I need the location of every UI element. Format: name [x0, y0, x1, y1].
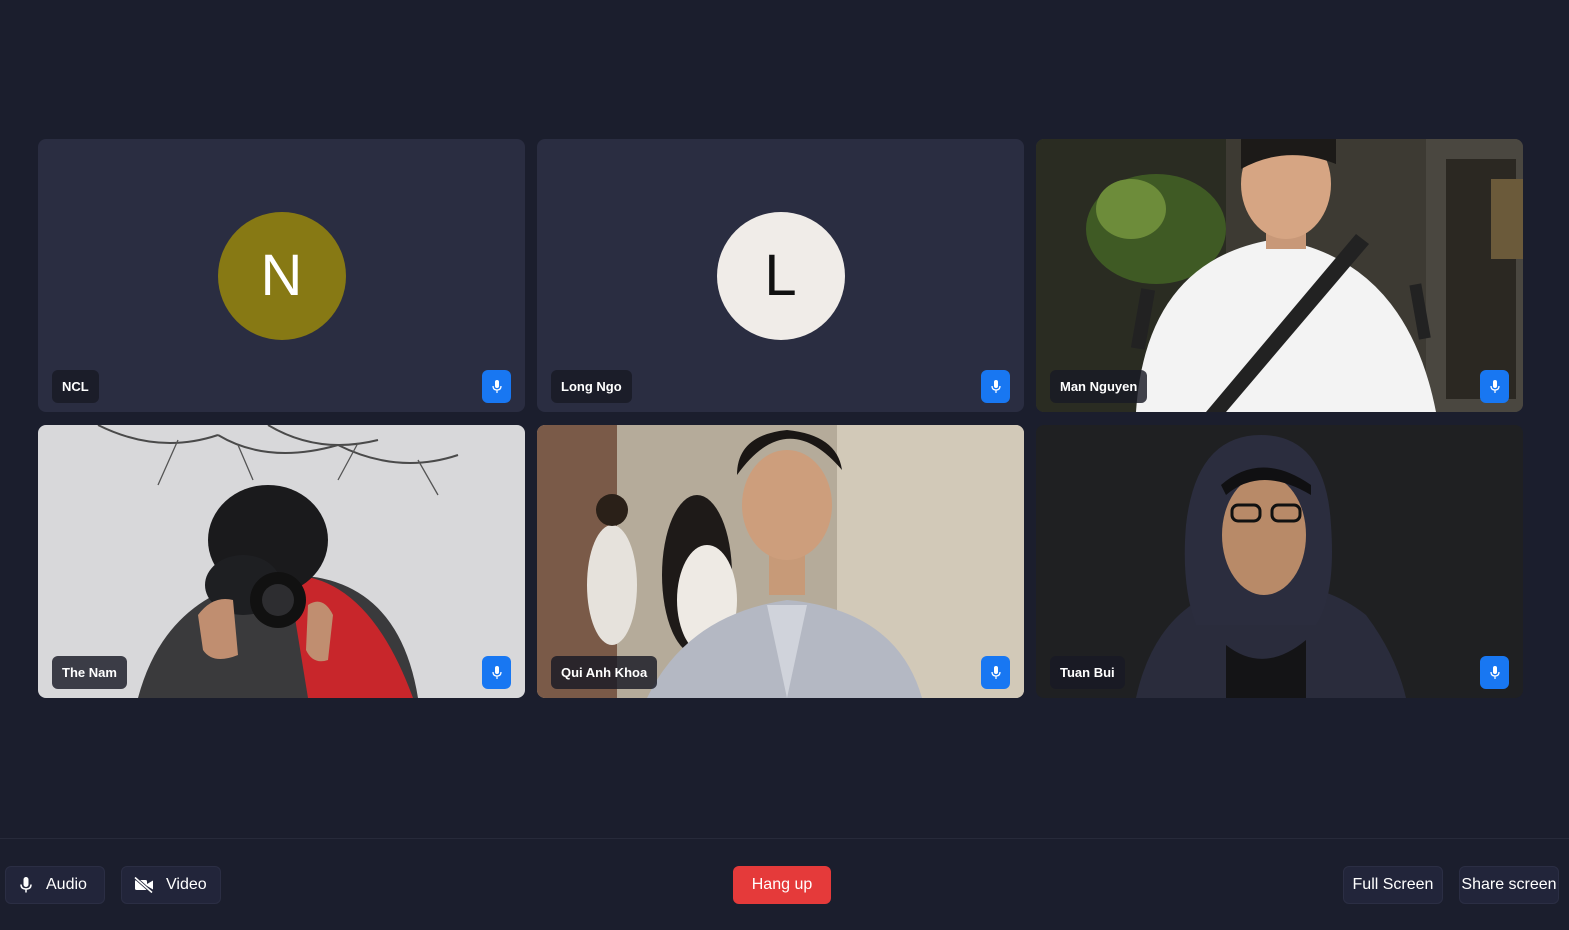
participant-tile-the-nam: The Nam — [38, 425, 525, 698]
participant-name-tag: Tuan Bui — [1050, 656, 1125, 689]
participant-grid: N NCL L Long Ngo Man Nguyen The Nam Qui … — [38, 139, 1523, 698]
mic-button[interactable] — [981, 370, 1010, 403]
participant-tile-man-nguyen: Man Nguyen — [1036, 139, 1523, 412]
mic-button[interactable] — [1480, 656, 1509, 689]
video-button[interactable]: Video — [121, 866, 221, 904]
mic-button[interactable] — [482, 656, 511, 689]
microphone-icon — [1489, 665, 1500, 679]
participant-name-tag: The Nam — [52, 656, 127, 689]
participant-tile-tuan-bui: Tuan Bui — [1036, 425, 1523, 698]
microphone-icon — [990, 379, 1001, 393]
share-screen-button[interactable]: Share screen — [1459, 866, 1559, 904]
avatar: L — [716, 211, 845, 340]
audio-label: Audio — [46, 876, 87, 893]
participant-name-tag: Long Ngo — [551, 370, 632, 403]
microphone-icon — [491, 379, 502, 393]
full-screen-button[interactable]: Full Screen — [1343, 866, 1443, 904]
participant-tile-ncl: N NCL — [38, 139, 525, 412]
participant-tile-qui-anh-khoa: Qui Anh Khoa — [537, 425, 1024, 698]
participant-name-tag: Man Nguyen — [1050, 370, 1148, 403]
avatar: N — [217, 211, 346, 340]
participant-name-tag: Qui Anh Khoa — [551, 656, 658, 689]
mic-button[interactable] — [981, 656, 1010, 689]
avatar-initial: L — [764, 243, 797, 308]
avatar-initial: N — [260, 243, 303, 308]
video-off-icon — [134, 877, 154, 893]
hang-up-button[interactable]: Hang up — [733, 866, 831, 904]
microphone-icon — [990, 665, 1001, 679]
video-label: Video — [166, 876, 207, 893]
microphone-icon — [1489, 379, 1500, 393]
microphone-icon — [491, 665, 502, 679]
mic-button[interactable] — [1480, 370, 1509, 403]
call-toolbar: Audio Video Hang up Full Screen Share sc… — [0, 838, 1569, 930]
video-stage: N NCL L Long Ngo Man Nguyen The Nam Qui … — [0, 0, 1569, 838]
audio-button[interactable]: Audio — [5, 866, 105, 904]
mic-button[interactable] — [482, 370, 511, 403]
participant-tile-long-ngo: L Long Ngo — [537, 139, 1024, 412]
microphone-icon — [20, 877, 32, 893]
participant-name-tag: NCL — [52, 370, 99, 403]
